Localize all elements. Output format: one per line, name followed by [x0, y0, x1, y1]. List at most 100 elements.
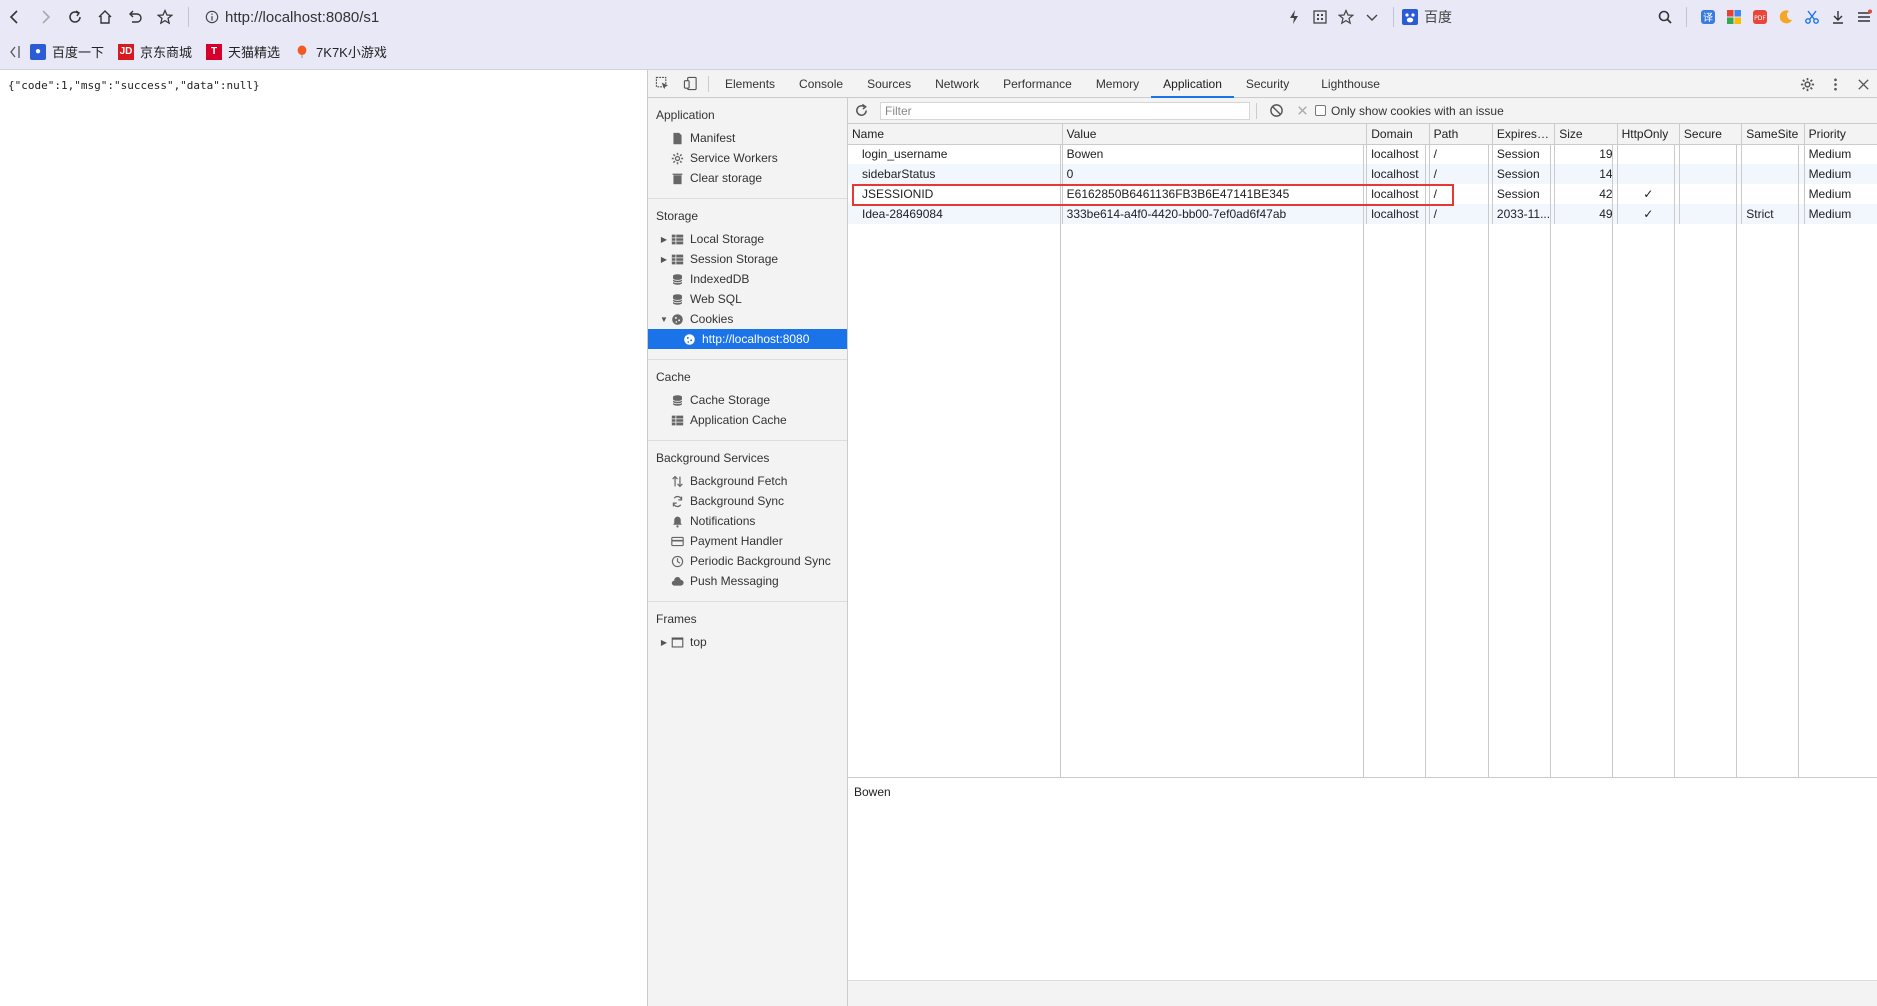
- tab-network[interactable]: Network: [923, 70, 991, 98]
- screenshot-extension[interactable]: [1799, 0, 1825, 34]
- delete-selected-button[interactable]: [1289, 98, 1315, 124]
- column-header-secure[interactable]: Secure: [1679, 124, 1743, 145]
- cell-value[interactable]: 333be614-a4f0-4420-bb00-7ef0ad6f47ab: [1062, 204, 1368, 224]
- sidebar-item-web-sql[interactable]: Web SQL: [648, 289, 847, 309]
- sidebar-item-local-storage[interactable]: ▶ Local Storage: [648, 229, 847, 249]
- address-bar[interactable]: http://localhost:8080/s1: [205, 0, 379, 34]
- cell-samesite[interactable]: [1741, 164, 1805, 184]
- search-button[interactable]: [1652, 0, 1678, 34]
- column-header-domain[interactable]: Domain: [1366, 124, 1430, 145]
- cell-httponly[interactable]: [1617, 164, 1680, 184]
- sidebar-item-periodic-background-sync[interactable]: Periodic Background Sync: [648, 551, 847, 571]
- cell-secure[interactable]: [1679, 184, 1743, 204]
- search-engine-box[interactable]: 百度: [1402, 7, 1652, 27]
- tab-performance[interactable]: Performance: [991, 70, 1084, 98]
- close-devtools-button[interactable]: [1849, 70, 1877, 98]
- downloads-button[interactable]: [1825, 0, 1851, 34]
- sidebar-item-push-messaging[interactable]: Push Messaging: [648, 571, 847, 591]
- cell-samesite[interactable]: [1741, 184, 1805, 204]
- column-header-expires[interactable]: Expires ...: [1492, 124, 1556, 145]
- cell-size[interactable]: 14: [1554, 164, 1618, 184]
- column-header-httponly[interactable]: HttpOnly: [1617, 124, 1680, 145]
- sidebar-item-background-fetch[interactable]: Background Fetch: [648, 471, 847, 491]
- cell-secure[interactable]: [1679, 164, 1743, 184]
- column-header-path[interactable]: Path: [1429, 124, 1493, 145]
- cell-path[interactable]: /: [1429, 204, 1493, 224]
- collapse-triangle-icon[interactable]: ▼: [658, 315, 670, 324]
- cell-priority[interactable]: Medium: [1804, 184, 1877, 204]
- cell-secure[interactable]: [1679, 204, 1743, 224]
- apps-extension[interactable]: [1721, 0, 1747, 34]
- url-text[interactable]: http://localhost:8080/s1: [225, 9, 379, 26]
- sidebar-item-session-storage[interactable]: ▶ Session Storage: [648, 249, 847, 269]
- sidebar-item-indexeddb[interactable]: IndexedDB: [648, 269, 847, 289]
- bookmark-baidu[interactable]: ● 百度一下: [30, 42, 104, 61]
- cell-samesite[interactable]: [1741, 144, 1805, 164]
- inspect-element-button[interactable]: [648, 70, 676, 98]
- cell-httponly[interactable]: ✓: [1617, 184, 1680, 204]
- flash-button[interactable]: [1281, 0, 1307, 34]
- cell-domain[interactable]: localhost: [1366, 164, 1430, 184]
- tab-memory[interactable]: Memory: [1084, 70, 1151, 98]
- sidebar-item-cache-storage[interactable]: Cache Storage: [648, 390, 847, 410]
- only-issues-checkbox[interactable]: [1315, 105, 1326, 116]
- translate-extension[interactable]: 译: [1695, 0, 1721, 34]
- cell-name[interactable]: sidebarStatus: [848, 164, 1063, 184]
- cell-path[interactable]: /: [1429, 164, 1493, 184]
- cell-size[interactable]: 42: [1554, 184, 1618, 204]
- cell-name[interactable]: Idea-28469084: [848, 204, 1063, 224]
- tab-elements[interactable]: Elements: [713, 70, 787, 98]
- tab-security[interactable]: Security: [1234, 70, 1301, 98]
- cell-path[interactable]: /: [1429, 144, 1493, 164]
- cell-expires[interactable]: Session: [1492, 144, 1556, 164]
- sidebar-item-cookies[interactable]: ▼ Cookies: [648, 309, 847, 329]
- sidebar-item-manifest[interactable]: Manifest: [648, 128, 847, 148]
- cell-samesite[interactable]: Strict: [1741, 204, 1805, 224]
- cell-priority[interactable]: Medium: [1804, 164, 1877, 184]
- tab-sources[interactable]: Sources: [855, 70, 923, 98]
- sidebar-item-payment-handler[interactable]: Payment Handler: [648, 531, 847, 551]
- reload-button[interactable]: [60, 0, 90, 34]
- favorite-button[interactable]: [1333, 0, 1359, 34]
- cell-name[interactable]: login_username: [848, 144, 1063, 164]
- cell-priority[interactable]: Medium: [1804, 144, 1877, 164]
- cell-domain[interactable]: localhost: [1366, 204, 1430, 224]
- device-toolbar-button[interactable]: [676, 70, 704, 98]
- undo-close-button[interactable]: [120, 0, 150, 34]
- bookmark-star-button[interactable]: [150, 0, 180, 34]
- tab-lighthouse[interactable]: Lighthouse: [1309, 70, 1392, 98]
- clear-all-button[interactable]: [1263, 98, 1289, 124]
- cell-expires[interactable]: 2033-11...: [1492, 204, 1556, 224]
- cell-value[interactable]: 0: [1062, 164, 1368, 184]
- cell-secure[interactable]: [1679, 144, 1743, 164]
- cell-priority[interactable]: Medium: [1804, 204, 1877, 224]
- cell-size[interactable]: 19: [1554, 144, 1618, 164]
- sidebar-item-application-cache[interactable]: Application Cache: [648, 410, 847, 430]
- bookmark-jd[interactable]: JD 京东商城: [118, 42, 192, 61]
- bookmark-tmall[interactable]: T 天猫精选: [206, 42, 280, 61]
- cell-domain[interactable]: localhost: [1366, 144, 1430, 164]
- back-button[interactable]: [0, 0, 30, 34]
- night-mode-extension[interactable]: [1773, 0, 1799, 34]
- column-header-value[interactable]: Value: [1062, 124, 1368, 145]
- column-header-size[interactable]: Size: [1554, 124, 1618, 145]
- sidebar-item-frame-top[interactable]: ▶ top: [648, 632, 847, 652]
- tab-application[interactable]: Application: [1151, 70, 1234, 98]
- tab-console[interactable]: Console: [787, 70, 855, 98]
- expand-triangle-icon[interactable]: ▶: [658, 235, 670, 244]
- column-header-name[interactable]: Name: [848, 124, 1063, 145]
- column-header-priority[interactable]: Priority: [1804, 124, 1877, 145]
- sidebar-item-service-workers[interactable]: Service Workers: [648, 148, 847, 168]
- home-button[interactable]: [90, 0, 120, 34]
- menu-button[interactable]: [1851, 0, 1877, 34]
- cell-size[interactable]: 49: [1554, 204, 1618, 224]
- column-header-samesite[interactable]: SameSite: [1741, 124, 1805, 145]
- cell-httponly[interactable]: ✓: [1617, 204, 1680, 224]
- filter-input[interactable]: Filter: [880, 101, 1250, 120]
- refresh-button[interactable]: [848, 98, 874, 124]
- more-options-button[interactable]: [1821, 70, 1849, 98]
- cell-value[interactable]: Bowen: [1062, 144, 1368, 164]
- qr-code-button[interactable]: [1307, 0, 1333, 34]
- sidebar-toggle-button[interactable]: [0, 35, 30, 69]
- pdf-extension[interactable]: PDF: [1747, 0, 1773, 34]
